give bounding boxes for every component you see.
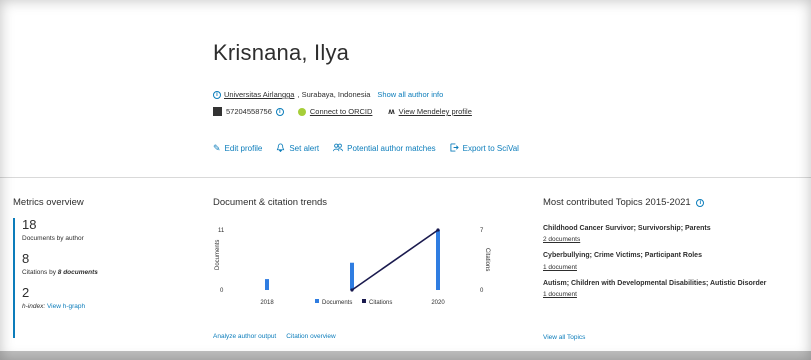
topic-title: Cyberbullying; Crime Victims; Participan… xyxy=(543,252,702,260)
citations-line xyxy=(351,229,439,291)
connect-orcid-link[interactable]: Connect to ORCID xyxy=(310,107,373,116)
citations-metric: 8 Citations by 8 documents xyxy=(22,252,143,276)
documents-bar xyxy=(350,262,354,290)
show-author-info-link[interactable]: Show all author info xyxy=(377,90,443,99)
legend-documents-swatch xyxy=(315,299,319,303)
info-icon[interactable]: i xyxy=(696,199,705,207)
topic-item: Childhood Cancer Survivor; Survivorship;… xyxy=(543,224,783,243)
citation-overview-link[interactable]: Citation overview xyxy=(286,333,336,340)
export-scival-label: Export to SciVal xyxy=(462,144,519,153)
metrics-title: Metrics overview xyxy=(13,197,84,208)
metrics-overview: 18 Documents by author 8 Citations by 8 … xyxy=(13,218,143,338)
topics-list: Childhood Cancer Survivor; Survivorship;… xyxy=(543,224,783,306)
edit-profile-button[interactable]: ✎ Edit profile xyxy=(213,143,262,154)
affiliation-link[interactable]: Universitas Airlangga xyxy=(224,90,294,99)
view-all-topics-link[interactable]: View all Topics xyxy=(543,334,585,341)
topic-documents-link[interactable]: 1 document xyxy=(543,291,783,298)
y-right-tick-label: 7 xyxy=(480,228,484,234)
document-citation-chart: 11 0 Documents 7 0 Citations 2018 2020 Documents… xyxy=(215,228,490,306)
topic-item: Cyberbullying; Crime Victims; Participan… xyxy=(543,251,783,270)
topic-title: Childhood Cancer Survivor; Survivorship;… xyxy=(543,225,711,232)
bottom-scroll-edge xyxy=(0,351,811,360)
people-icon xyxy=(333,143,344,154)
legend-documents-label: Documents xyxy=(322,300,352,306)
edit-profile-label: Edit profile xyxy=(224,144,263,153)
citations-documents-count: 8 documents xyxy=(57,269,98,276)
scopus-id: 57204558756 xyxy=(226,107,272,116)
documents-metric: 18 Documents by author xyxy=(22,218,143,242)
info-icon: i xyxy=(213,90,221,99)
potential-matches-button[interactable]: Potential author matches xyxy=(333,143,436,154)
y-left-tick-label: 11 xyxy=(218,228,225,234)
export-icon xyxy=(450,143,459,154)
hindex-label: h-index: xyxy=(22,303,46,310)
author-name: Krisnana, Ilya xyxy=(213,40,350,65)
topic-documents-link[interactable]: 2 documents xyxy=(543,236,783,243)
identifier-row: 57204558756 i Connect to ORCID ʍ View Me… xyxy=(213,107,472,116)
y-right-axis-label: Citations xyxy=(484,248,490,271)
citations-label: Citations by 8 documents xyxy=(22,269,143,276)
set-alert-button[interactable]: Set alert xyxy=(276,143,319,154)
author-actions: ✎ Edit profile Set alert Potential autho… xyxy=(213,143,533,154)
topics-title: Most contributed Topics 2015-2021 xyxy=(543,197,691,208)
section-divider xyxy=(0,177,811,178)
x-tick-label: 2020 xyxy=(431,300,445,306)
legend-citations-label: Citations xyxy=(369,300,392,306)
mendeley-profile-link[interactable]: View Mendeley profile xyxy=(399,107,472,116)
hindex-label-row: h-index: View h-graph xyxy=(22,303,143,310)
documents-count: 18 xyxy=(22,217,37,232)
citations-point xyxy=(436,228,440,232)
affiliation-row: i Universitas Airlangga , Surabaya, Indo… xyxy=(213,90,443,99)
bell-icon xyxy=(276,143,285,154)
documents-label: Documents by author xyxy=(22,235,84,242)
chart-links: Analyze author output Citation overview xyxy=(213,333,336,340)
topic-item: Autism; Children with Developmental Disa… xyxy=(543,279,783,298)
y-left-tick-label: 0 xyxy=(220,288,224,294)
topic-title: Autism; Children with Developmental Disa… xyxy=(543,279,767,287)
legend-citations-swatch xyxy=(362,299,366,303)
view-hgraph-link[interactable]: View h-graph xyxy=(47,303,85,310)
citations-point xyxy=(350,288,354,292)
pencil-icon: ✎ xyxy=(213,143,221,153)
y-left-axis-label: Documents xyxy=(215,240,221,270)
analyze-output-link[interactable]: Analyze author output xyxy=(213,333,276,340)
scopus-id-icon xyxy=(213,107,222,116)
info-icon[interactable]: i xyxy=(275,107,284,116)
potential-matches-label: Potential author matches xyxy=(347,144,436,153)
topic-documents-link[interactable]: 1 document xyxy=(543,264,783,271)
documents-bar xyxy=(436,230,440,290)
citations-count: 8 xyxy=(22,251,30,266)
orcid-icon xyxy=(297,107,306,116)
export-scival-button[interactable]: Export to SciVal xyxy=(450,143,519,154)
affiliation-location: , Surabaya, Indonesia xyxy=(297,90,371,99)
mendeley-icon: ʍ xyxy=(388,107,395,116)
citations-label-text: Citations by xyxy=(22,269,58,276)
hindex-metric: 2 h-index: View h-graph xyxy=(22,286,143,310)
x-tick-label: 2018 xyxy=(260,300,274,306)
hindex-value: 2 xyxy=(22,285,30,300)
topics-title-row: Most contributed Topics 2015-2021 i xyxy=(543,197,705,208)
y-right-tick-label: 0 xyxy=(480,288,484,294)
set-alert-label: Set alert xyxy=(289,144,320,153)
documents-bar xyxy=(265,279,269,290)
trends-title: Document & citation trends xyxy=(213,197,328,208)
